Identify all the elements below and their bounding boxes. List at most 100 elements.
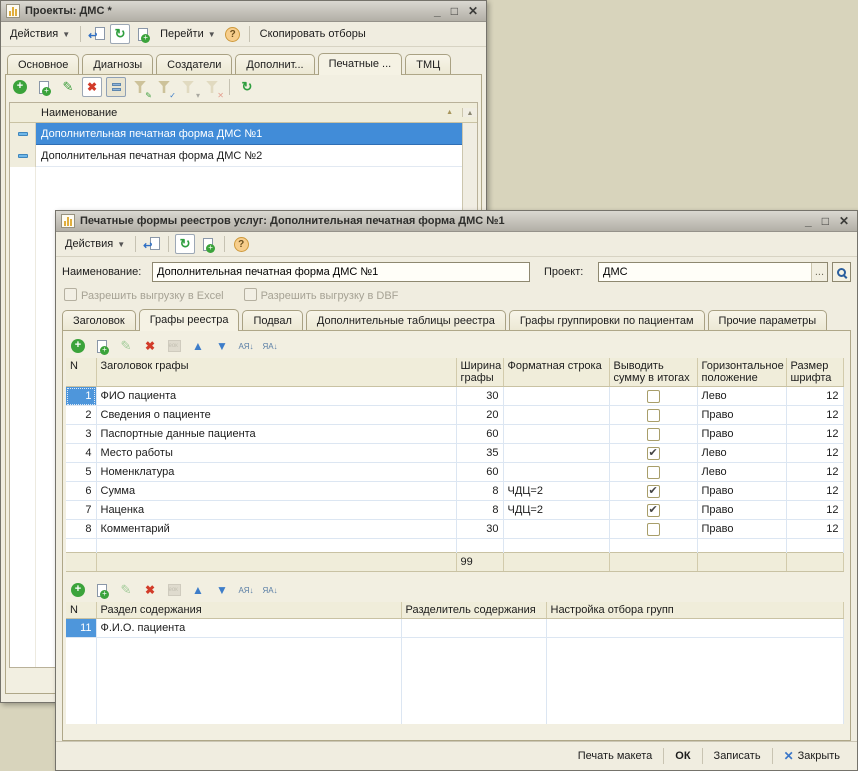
grid-row[interactable]: 2Сведения о пациенте20Право12 <box>66 406 843 425</box>
add-button[interactable] <box>10 77 30 97</box>
grid-row[interactable]: 1ФИО пациента30Лево12 <box>66 387 843 406</box>
name-input[interactable] <box>153 263 529 281</box>
column-header-name[interactable]: Наименование ▲ <box>36 107 462 119</box>
col-n[interactable]: N <box>66 602 96 619</box>
move-up-button[interactable] <box>188 336 208 356</box>
tab-osnovnoe[interactable]: Основное <box>7 54 79 74</box>
window-print-form-titlebar[interactable]: Печатные формы реестров услуг: Дополните… <box>56 211 857 232</box>
help-button[interactable] <box>231 234 251 254</box>
reread-button[interactable] <box>87 24 107 44</box>
col-width[interactable]: Ширина графы <box>456 358 503 387</box>
sum-checkbox[interactable] <box>647 523 660 536</box>
actions-menu-button[interactable]: Действия▼ <box>6 26 74 42</box>
col-format[interactable]: Форматная строка <box>503 358 609 387</box>
move-up-button[interactable] <box>188 580 208 600</box>
end-edit-button[interactable] <box>164 336 184 356</box>
tab-grafy-reestra[interactable]: Графы реестра <box>139 309 240 331</box>
delete-button[interactable] <box>140 580 160 600</box>
add-button[interactable] <box>68 580 88 600</box>
sort-asc-button[interactable] <box>236 580 256 600</box>
list-view-toggle[interactable] <box>106 77 126 97</box>
grid-row[interactable]: 8Комментарий30Право12 <box>66 520 843 539</box>
filter-history-button[interactable]: ▾ <box>178 77 198 97</box>
tab-sozdateli[interactable]: Создатели <box>156 54 232 74</box>
reread-button[interactable] <box>142 234 162 254</box>
add-button[interactable] <box>68 336 88 356</box>
grid-row[interactable]: 4Место работы35Лево12 <box>66 444 843 463</box>
close-icon[interactable]: ✕ <box>468 4 478 18</box>
filter-sort-button[interactable]: ✎ <box>130 77 150 97</box>
grid-row[interactable]: 5Номенклатура60Лево12 <box>66 463 843 482</box>
sum-checkbox[interactable] <box>647 466 660 479</box>
minimize-icon[interactable]: _ <box>805 214 812 228</box>
col-n[interactable]: N <box>66 358 96 387</box>
window-projects-titlebar[interactable]: Проекты: ДМС * _ □ ✕ <box>1 1 486 22</box>
col-header[interactable]: Заголовок графы <box>96 358 456 387</box>
edit-button[interactable] <box>116 580 136 600</box>
print-layout-button[interactable]: Печать макета <box>571 747 660 765</box>
actions-menu-button[interactable]: Действия▼ <box>61 236 129 252</box>
end-edit-button[interactable] <box>164 580 184 600</box>
edit-button[interactable] <box>116 336 136 356</box>
sum-checkbox[interactable] <box>647 409 660 422</box>
tab-dopolnit[interactable]: Дополнит... <box>235 54 314 74</box>
tab-dop-tablicy[interactable]: Дополнительные таблицы реестра <box>306 310 506 330</box>
project-choice-button[interactable]: ... <box>811 263 827 281</box>
copy-add-button[interactable] <box>92 580 112 600</box>
scrollbar[interactable]: ▲ <box>462 108 477 117</box>
grid-row[interactable]: 6Сумма8ЧДЦ=2Право12 <box>66 482 843 501</box>
grid-row[interactable]: 7Наценка8ЧДЦ=2Право12 <box>66 501 843 520</box>
sum-checkbox[interactable] <box>647 390 660 403</box>
col-settings[interactable]: Настройка отбора групп <box>546 602 843 619</box>
move-down-button[interactable] <box>212 336 232 356</box>
dbf-export-checkbox[interactable]: Разрешить выгрузку в DBF <box>244 288 399 302</box>
maximize-icon[interactable]: □ <box>451 4 458 18</box>
list-item[interactable]: Дополнительная печатная форма ДМС №1 <box>10 123 477 145</box>
copy-add-button[interactable] <box>198 234 218 254</box>
refresh-button[interactable] <box>110 24 130 44</box>
copy-add-button[interactable] <box>133 24 153 44</box>
delete-button[interactable] <box>82 77 102 97</box>
sort-asc-button[interactable] <box>236 336 256 356</box>
tab-prochie-parametry[interactable]: Прочие параметры <box>708 310 828 330</box>
scroll-up-icon[interactable]: ▲ <box>467 110 474 117</box>
close-button[interactable]: ✕Закрыть <box>777 746 847 766</box>
maximize-icon[interactable]: □ <box>822 214 829 228</box>
copy-filters-button[interactable]: Скопировать отборы <box>256 26 370 42</box>
grid-row[interactable]: 11 Ф.И.О. пациента <box>66 619 843 638</box>
refresh-list-button[interactable] <box>237 77 257 97</box>
goto-menu-button[interactable]: Перейти▼ <box>156 26 220 42</box>
col-align[interactable]: Горизонтальное положение <box>697 358 786 387</box>
sort-desc-button[interactable] <box>260 580 280 600</box>
col-section[interactable]: Раздел содержания <box>96 602 401 619</box>
save-button[interactable]: Записать <box>707 747 768 765</box>
ok-button[interactable]: ОК <box>668 747 697 765</box>
sum-checkbox[interactable] <box>647 428 660 441</box>
sum-checkbox[interactable] <box>647 504 660 517</box>
tab-grafy-gruppirovki[interactable]: Графы группировки по пациентам <box>509 310 705 330</box>
minimize-icon[interactable]: _ <box>434 4 441 18</box>
col-sum[interactable]: Выводить сумму в итогах <box>609 358 697 387</box>
close-icon[interactable]: ✕ <box>839 214 849 228</box>
move-down-button[interactable] <box>212 580 232 600</box>
col-separator[interactable]: Разделитель содержания <box>401 602 546 619</box>
col-font[interactable]: Размер шрифта <box>786 358 843 387</box>
help-button[interactable] <box>223 24 243 44</box>
list-item[interactable]: Дополнительная печатная форма ДМС №2 <box>10 145 477 167</box>
tab-tmc[interactable]: ТМЦ <box>405 54 451 74</box>
sum-checkbox[interactable] <box>647 447 660 460</box>
project-input[interactable] <box>599 263 811 281</box>
clear-filter-button[interactable]: ✕ <box>202 77 222 97</box>
grid-row[interactable]: 3Паспортные данные пациента60Право12 <box>66 425 843 444</box>
tab-diagnozy[interactable]: Диагнозы <box>82 54 153 74</box>
tab-pechatnye[interactable]: Печатные ... <box>318 53 403 75</box>
sum-checkbox[interactable] <box>647 485 660 498</box>
tab-zagolovok[interactable]: Заголовок <box>62 310 136 330</box>
copy-add-button[interactable] <box>92 336 112 356</box>
project-open-button[interactable] <box>832 262 851 282</box>
copy-add-button[interactable] <box>34 77 54 97</box>
sort-desc-button[interactable] <box>260 336 280 356</box>
edit-button[interactable] <box>58 77 78 97</box>
filter-by-value-button[interactable]: ✓ <box>154 77 174 97</box>
delete-button[interactable] <box>140 336 160 356</box>
